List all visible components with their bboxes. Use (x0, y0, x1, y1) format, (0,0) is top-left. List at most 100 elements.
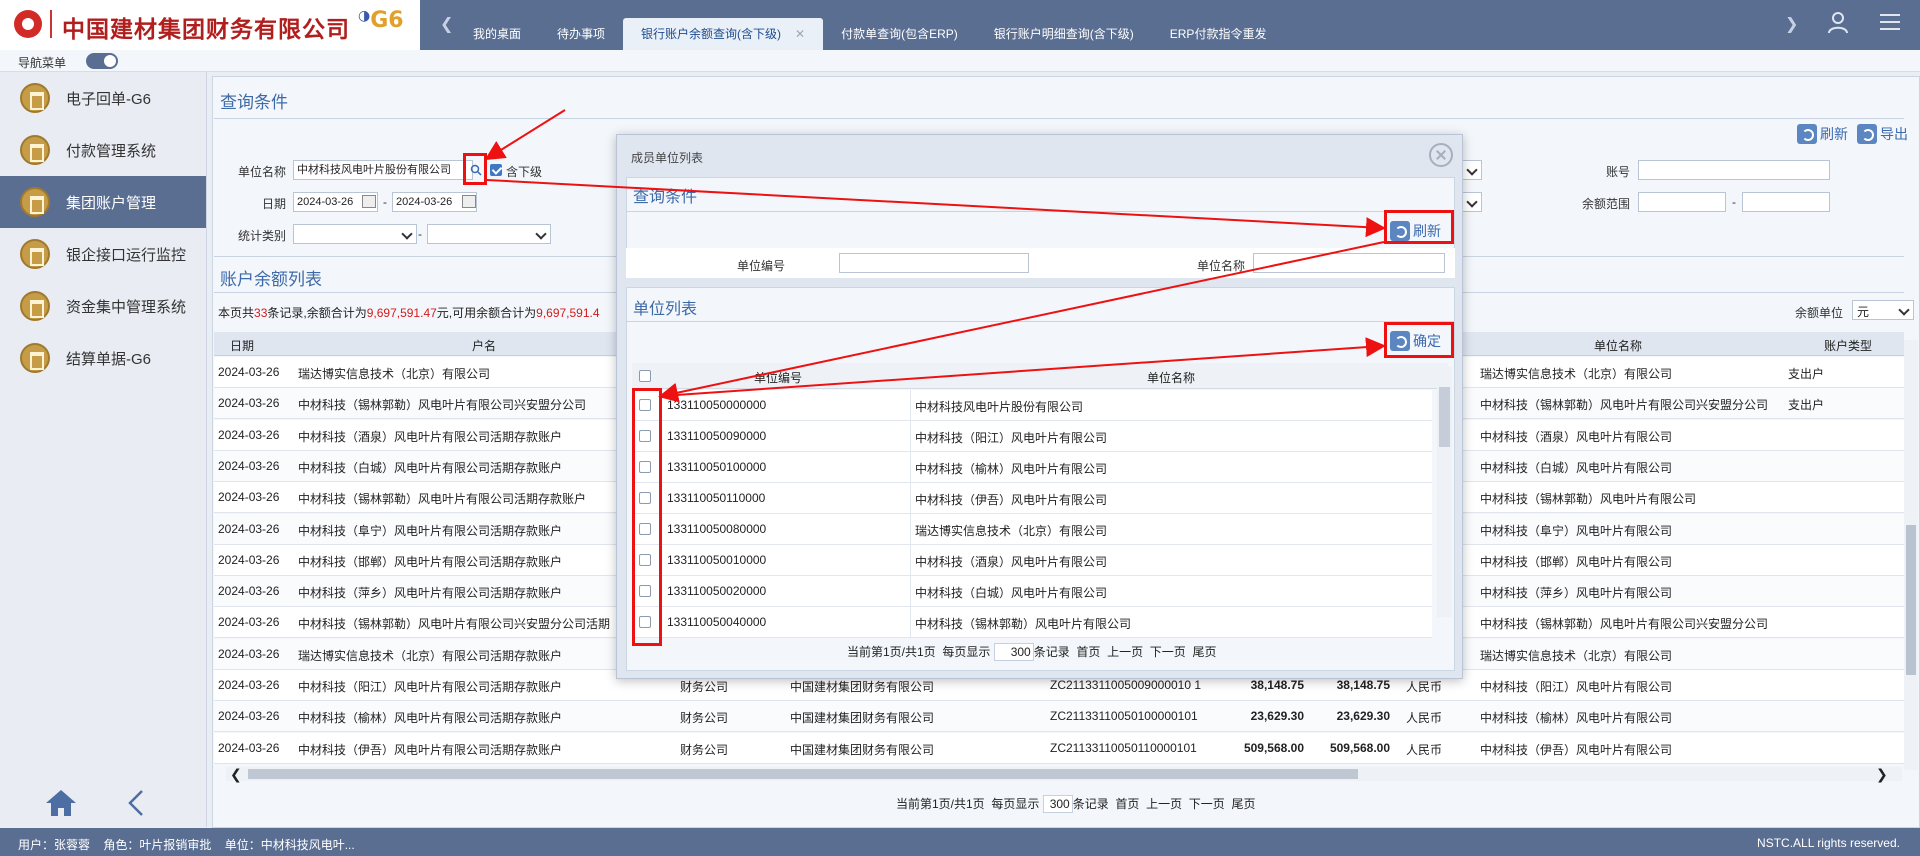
export-button[interactable]: 导出 (1857, 124, 1908, 144)
sidebar-item-5[interactable]: 结算单据-G6 (0, 332, 206, 384)
tabs-scroll-left-icon[interactable]: ❮ (440, 14, 453, 34)
first-page-link[interactable]: 首页 (1076, 645, 1100, 659)
close-icon[interactable] (1429, 143, 1453, 167)
next-page-link[interactable]: 下一页 (1150, 645, 1186, 659)
tab-5[interactable]: ERP付款指令重发 (1152, 18, 1285, 50)
horizontal-scrollbar[interactable] (226, 767, 1902, 781)
balance-range-label: 余额范围 (1581, 197, 1630, 211)
col-date: 日期 (230, 339, 255, 353)
column-divider (910, 421, 911, 452)
first-page-link[interactable]: 首页 (1115, 797, 1139, 811)
divider (626, 211, 1455, 212)
cell-unit-name: 中材科技（伊吾）风电叶片有限公司 (915, 493, 1108, 507)
tabs-scroll-right-icon[interactable]: ❯ (1785, 14, 1798, 34)
scrollbar-thumb[interactable] (1906, 525, 1916, 675)
next-page-link[interactable]: 下一页 (1189, 797, 1225, 811)
annotation-box-checkboxes (632, 388, 662, 646)
account-field[interactable] (1638, 160, 1830, 180)
cell-date: 2024-03-26 (218, 396, 280, 411)
cell-unit-code: 133110050080000 (667, 522, 767, 536)
collapse-sidebar-icon[interactable] (124, 788, 148, 818)
tab-0[interactable]: 我的桌面 (455, 18, 539, 50)
cell-name: 中材科技（萍乡）风电叶片有限公司活期存款账户 (298, 586, 563, 601)
balance-min-field[interactable] (1638, 192, 1726, 212)
page-size-input[interactable]: 300 (1042, 795, 1073, 813)
menu-icon[interactable] (1878, 10, 1902, 34)
list-item[interactable]: 133110050010000 中材科技（酒泉）风电叶片有限公司 (632, 545, 1432, 576)
scrollbar-thumb[interactable] (248, 769, 1358, 779)
sidebar-item-0[interactable]: 电子回单-G6 (0, 72, 206, 124)
last-page-link[interactable]: 尾页 (1192, 645, 1216, 659)
export-icon (1857, 124, 1877, 144)
tab-3[interactable]: 付款单查询(包含ERP) (823, 18, 976, 50)
last-page-link[interactable]: 尾页 (1231, 797, 1255, 811)
nav-menu-toggle[interactable] (86, 53, 118, 69)
stat-category-to-select[interactable] (427, 224, 551, 244)
user-icon[interactable] (1826, 10, 1850, 34)
select-all-checkbox[interactable] (639, 370, 651, 382)
sidebar-item-label: 资金集中管理系统 (66, 298, 187, 316)
cell-unit-code: 133110050020000 (667, 584, 767, 598)
list-item[interactable]: 133110050020000 中材科技（白城）风电叶片有限公司 (632, 576, 1432, 607)
module-icon (20, 135, 50, 165)
close-tab-icon[interactable]: ✕ (795, 27, 805, 41)
sidebar-item-2[interactable]: 集团账户管理 (0, 176, 206, 228)
unit-name-field[interactable]: 中材科技风电叶片股份有限公司 (293, 160, 473, 180)
sidebar-item-1[interactable]: 付款管理系统 (0, 124, 206, 176)
scroll-right-icon[interactable]: ❯ (1876, 766, 1888, 783)
sidebar-item-4[interactable]: 资金集中管理系统 (0, 280, 206, 332)
prev-page-link[interactable]: 上一页 (1107, 645, 1143, 659)
cell-name: 中材科技（伊吾）风电叶片有限公司活期存款账户 (298, 742, 563, 757)
table-pager: 当前第1页/共1页 每页显示 300 条记录 首页 上一页 下一页 尾页 (896, 795, 1256, 813)
table-row[interactable]: 2024-03-26 中材科技（榆林）风电叶片有限公司活期存款账户 财务公司 中国建材… (214, 701, 1904, 733)
prev-page-link[interactable]: 上一页 (1146, 797, 1182, 811)
nav-menu-label: 导航菜单 (18, 56, 67, 70)
cell-acct: ZC21133110050110000101 (1050, 740, 1197, 755)
dialog-vertical-scrollbar[interactable] (1437, 367, 1452, 617)
list-item[interactable]: 133110050110000 中材科技（伊吾）风电叶片有限公司 (632, 483, 1432, 514)
balance-unit-select[interactable]: 元 (1852, 300, 1914, 320)
tab-4[interactable]: 银行账户明细查询(含下级) (976, 18, 1152, 50)
calendar-icon[interactable] (362, 195, 376, 208)
col-name: 户名 (472, 339, 497, 353)
product-logo: ◑G6 (358, 8, 404, 33)
balance-max-field[interactable] (1742, 192, 1830, 212)
module-icon (20, 187, 50, 217)
scrollbar-thumb[interactable] (1439, 387, 1450, 447)
list-item[interactable]: 133110050080000 瑞达博实信息技术（北京）有限公司 (632, 514, 1432, 545)
module-icon (20, 291, 50, 321)
annotation-box-confirm (1384, 322, 1454, 358)
refresh-button[interactable]: 刷新 (1797, 124, 1848, 144)
list-item[interactable]: 133110050100000 中材科技（榆林）风电叶片有限公司 (632, 452, 1432, 483)
cell-unit: 中材科技（白城）风电叶片有限公司 (1480, 460, 1673, 475)
cell-unit-name: 中材科技（榆林）风电叶片有限公司 (915, 462, 1108, 476)
calendar-icon[interactable] (462, 195, 476, 208)
scroll-left-icon[interactable]: ❮ (230, 766, 242, 783)
list-item[interactable]: 133110050090000 中材科技（阳江）风电叶片有限公司 (632, 421, 1432, 452)
date-separator: - (383, 195, 387, 209)
nav-strip: 导航菜单 (0, 50, 1920, 72)
cell-avail: 38,148.75 (1336, 678, 1390, 692)
unit-code-field[interactable] (839, 253, 1029, 273)
list-item[interactable]: 133110050000000 中材科技风电叶片股份有限公司 (632, 390, 1432, 421)
tab-1[interactable]: 待办事项 (539, 18, 623, 50)
logo: 中国建材集团财务有限公司 ◑G6 (0, 0, 420, 50)
vertical-scrollbar[interactable] (1904, 340, 1918, 770)
cell-unit: 中材科技（锡林郭勒）风电叶片有限公司 (1480, 492, 1697, 507)
dialog-unit-name-field[interactable] (1253, 253, 1445, 273)
list-item[interactable]: 133110050040000 中材科技（锡林郭勒）风电叶片有限公司 (632, 607, 1432, 638)
home-icon[interactable] (44, 788, 78, 818)
cell-unit-name: 中材科技（白城）风电叶片有限公司 (915, 586, 1108, 600)
cell-unit-code: 133110050040000 (667, 615, 767, 629)
cell-unit: 中材科技（锡林郭勒）风电叶片有限公司兴安盟分公司 (1480, 617, 1769, 632)
divider (626, 321, 1455, 322)
table-row[interactable]: 2024-03-26 中材科技（伊吾）风电叶片有限公司活期存款账户 财务公司 中国建材… (214, 732, 1904, 764)
tab-2[interactable]: 银行账户余额查询(含下级) ✕ (623, 18, 824, 50)
dialog-page-size-input[interactable]: 300 (993, 643, 1034, 661)
cell-date: 2024-03-26 (218, 458, 280, 473)
sidebar-item-3[interactable]: 银企接口运行监控 (0, 228, 206, 280)
cell-acct: ZC21133110050100000101 (1050, 709, 1198, 724)
cell-unit: 中材科技（伊吾）风电叶片有限公司 (1480, 742, 1673, 757)
stat-category-from-select[interactable] (293, 224, 417, 244)
include-subordinate-checkbox[interactable] (490, 164, 502, 176)
